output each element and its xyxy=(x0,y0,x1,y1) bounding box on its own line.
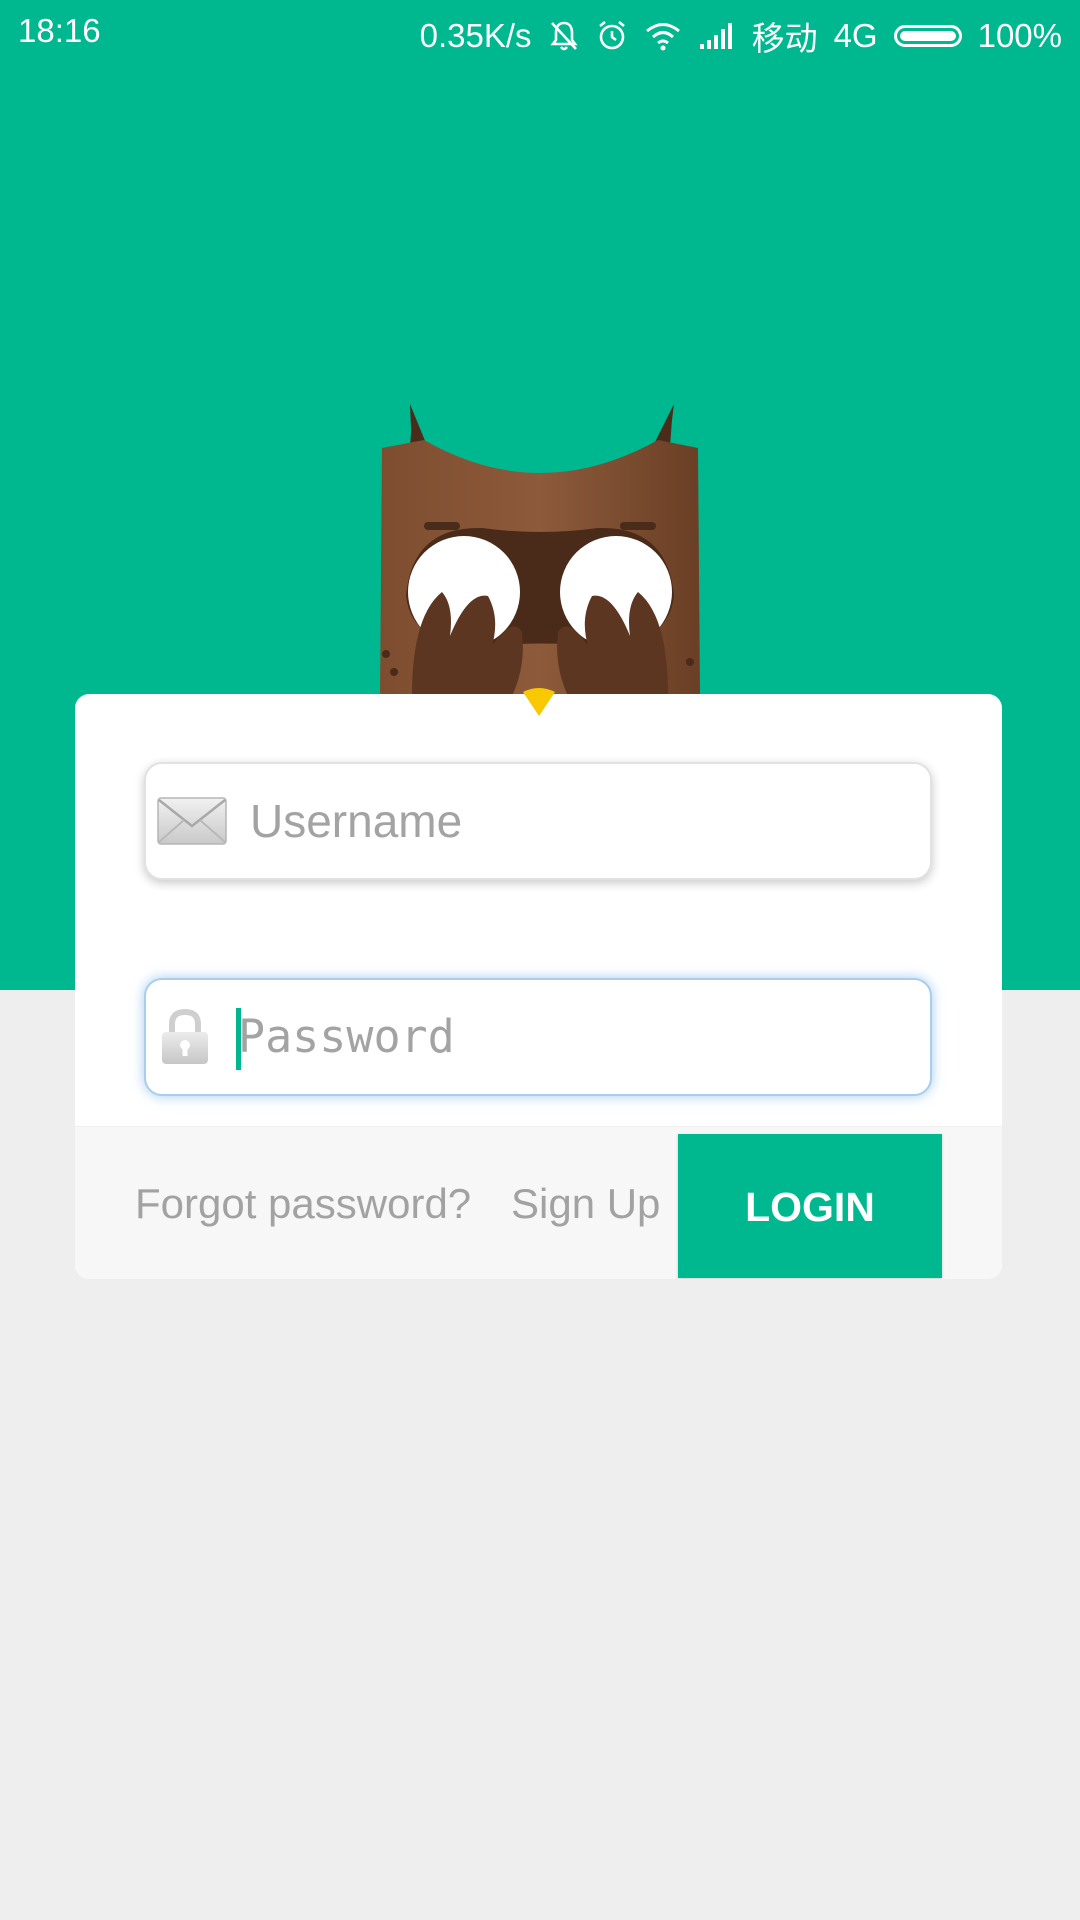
wifi-icon xyxy=(644,21,682,51)
status-bar: 18:16 0.35K/s 移动 4G 100% xyxy=(0,0,1080,62)
password-placeholder: Password xyxy=(238,1010,455,1063)
battery-icon xyxy=(893,25,962,47)
network-type: 4G xyxy=(833,17,878,54)
login-card: Username Password Forgot password? Sign … xyxy=(75,694,1002,1279)
owl-beak xyxy=(520,684,558,718)
mute-bell-icon xyxy=(548,19,580,53)
battery-percent: 100% xyxy=(977,17,1062,54)
envelope-icon xyxy=(156,794,228,853)
lock-icon xyxy=(158,1008,212,1071)
network-speed: 0.35K/s xyxy=(419,17,532,54)
signal-icon xyxy=(698,22,736,50)
username-placeholder: Username xyxy=(250,795,463,847)
login-button[interactable]: LOGIN xyxy=(678,1134,942,1278)
alarm-clock-icon xyxy=(596,19,628,53)
sign-up-link[interactable]: Sign Up xyxy=(511,1127,660,1279)
owl-mascot xyxy=(372,396,708,696)
username-field[interactable]: Username xyxy=(144,762,932,880)
forgot-password-link[interactable]: Forgot password? xyxy=(135,1127,471,1279)
carrier-name: 移动 xyxy=(751,20,818,57)
password-field[interactable]: Password xyxy=(144,978,932,1096)
card-footer: Forgot password? Sign Up LOGIN xyxy=(75,1126,1002,1279)
status-time: 18:16 xyxy=(18,12,101,49)
